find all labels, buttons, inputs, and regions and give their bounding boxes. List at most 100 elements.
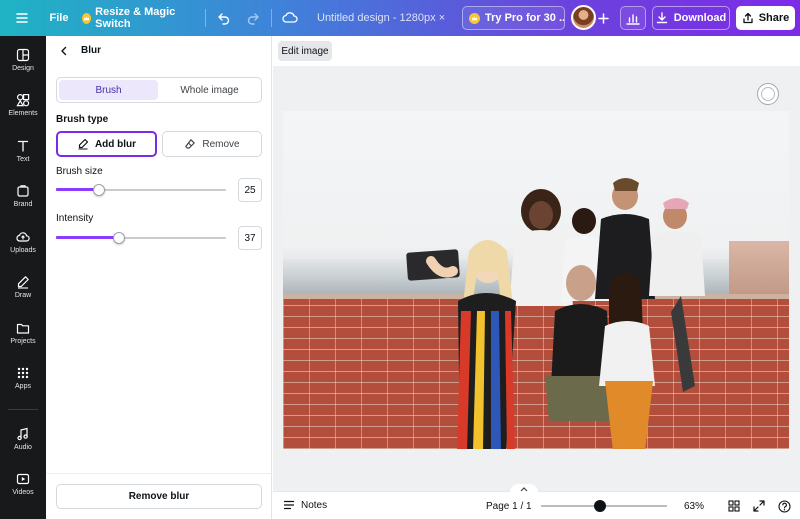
- user-avatar[interactable]: [571, 5, 596, 30]
- intensity-input[interactable]: 37: [238, 226, 262, 250]
- insights-button[interactable]: [620, 6, 646, 30]
- document-title[interactable]: Untitled design - 1280px × 8...: [317, 0, 447, 36]
- nav-label: Elements: [8, 110, 38, 117]
- chevron-left-icon: [61, 46, 67, 56]
- resize-label: Resize & Magic Switch: [95, 6, 176, 30]
- zoom-slider[interactable]: [541, 500, 667, 512]
- share-icon: [743, 12, 753, 24]
- panel-title: Blur: [81, 45, 101, 56]
- nav-item-brand[interactable]: Brand: [0, 174, 46, 218]
- download-label: Download: [673, 12, 727, 24]
- nav-label: Uploads: [10, 247, 36, 254]
- slider-thumb[interactable]: [93, 184, 105, 196]
- nav-item-apps[interactable]: Apps: [0, 356, 46, 400]
- add-collaborator-icon[interactable]: [596, 0, 610, 36]
- download-button[interactable]: Download: [652, 6, 730, 30]
- top-toolbar: File Resize & Magic Switch Untitled desi…: [0, 0, 800, 36]
- redo-icon[interactable]: [243, 0, 263, 36]
- undo-icon[interactable]: [214, 0, 234, 36]
- brush-cursor-preview: [757, 83, 779, 105]
- folder-icon: [16, 323, 30, 334]
- canvas-area: Edit image: [273, 36, 800, 491]
- brand-icon: [17, 185, 29, 197]
- nav-label: Text: [16, 156, 30, 163]
- left-navigation: Design Elements Text Brand Uploads Draw …: [0, 36, 46, 519]
- nav-label: Brand: [13, 201, 33, 208]
- notes-button[interactable]: Notes: [283, 499, 327, 511]
- intensity-slider[interactable]: [56, 232, 226, 244]
- slider-thumb[interactable]: [113, 232, 125, 244]
- resize-button[interactable]: Resize & Magic Switch: [82, 0, 194, 36]
- nav-label: Projects: [10, 338, 36, 345]
- add-blur-button[interactable]: Add blur: [56, 131, 157, 157]
- help-icon: [777, 499, 791, 513]
- nav-label: Videos: [12, 489, 34, 496]
- share-button[interactable]: Share: [736, 6, 795, 30]
- separator: [205, 9, 206, 27]
- brush-size-label: Brush size: [56, 166, 103, 177]
- crown-icon: [469, 12, 480, 24]
- nav-item-projects[interactable]: Projects: [0, 311, 46, 355]
- bar-chart-icon: [626, 13, 640, 25]
- try-pro-button[interactable]: Try Pro for 30 ...: [462, 6, 565, 30]
- brush-size-input[interactable]: 25: [238, 178, 262, 202]
- try-pro-label: Try Pro for 30 ...: [485, 12, 565, 24]
- blur-panel: Blur Brush Whole image Brush type Add bl…: [46, 36, 272, 519]
- music-icon: [17, 427, 28, 441]
- bottom-bar: Notes Page 1 / 1 63%: [273, 484, 800, 519]
- elements-icon: [16, 93, 30, 107]
- remove-brush-button[interactable]: Remove: [162, 131, 262, 157]
- uploads-icon: [16, 232, 30, 242]
- zoom-level[interactable]: 63%: [684, 501, 704, 512]
- panel-divider: [46, 473, 272, 474]
- brush-size-slider[interactable]: [56, 184, 226, 196]
- slider-thumb[interactable]: [594, 500, 606, 512]
- grid-view-button[interactable]: [726, 498, 742, 514]
- nav-item-text[interactable]: Text: [0, 129, 46, 173]
- nav-item-draw[interactable]: Draw: [0, 265, 46, 309]
- text-icon: [17, 140, 29, 152]
- chevron-up-icon: [520, 487, 528, 492]
- add-blur-label: Add blur: [94, 138, 137, 150]
- nav-item-elements[interactable]: Elements: [0, 83, 46, 127]
- cloud-save-icon[interactable]: [280, 0, 300, 36]
- nav-label: Audio: [14, 444, 32, 451]
- nav-item-videos[interactable]: Videos: [0, 462, 46, 506]
- nav-label: Design: [12, 65, 34, 72]
- nav-label: Apps: [15, 383, 31, 390]
- slider-fill: [56, 236, 119, 239]
- menu-icon[interactable]: [10, 0, 34, 36]
- nav-item-uploads[interactable]: Uploads: [0, 220, 46, 264]
- grid-view-icon: [728, 500, 740, 512]
- expand-icon: [753, 500, 765, 512]
- apps-icon: [17, 367, 29, 379]
- selected-photo[interactable]: [283, 111, 789, 449]
- page-indicator[interactable]: Page 1 / 1: [486, 501, 532, 512]
- eraser-icon: [185, 139, 196, 149]
- show-pages-button[interactable]: [510, 484, 538, 494]
- edit-image-button[interactable]: Edit image: [278, 41, 332, 61]
- remove-blur-button[interactable]: Remove blur: [56, 484, 262, 509]
- help-button[interactable]: [776, 498, 792, 514]
- fullscreen-button[interactable]: [751, 498, 767, 514]
- file-menu[interactable]: File: [44, 0, 74, 36]
- blur-mode-tabs: Brush Whole image: [56, 77, 262, 103]
- nav-item-audio[interactable]: Audio: [0, 417, 46, 461]
- brush-icon: [78, 138, 89, 150]
- notes-label: Notes: [301, 499, 328, 511]
- nav-item-design[interactable]: Design: [0, 38, 46, 82]
- photo-people: [406, 178, 705, 449]
- tab-whole-image[interactable]: Whole image: [160, 80, 259, 100]
- context-toolbar: Edit image: [273, 36, 800, 66]
- notes-icon: [283, 500, 295, 510]
- separator: [271, 9, 272, 27]
- tab-brush[interactable]: Brush: [59, 80, 158, 100]
- design-icon: [16, 48, 30, 62]
- brush-type-label: Brush type: [56, 114, 109, 125]
- nav-label: Draw: [14, 292, 32, 299]
- crown-icon: [82, 12, 92, 24]
- nav-divider: [8, 409, 38, 410]
- draw-icon: [17, 276, 29, 289]
- download-icon: [656, 12, 667, 24]
- back-button[interactable]: [56, 43, 72, 59]
